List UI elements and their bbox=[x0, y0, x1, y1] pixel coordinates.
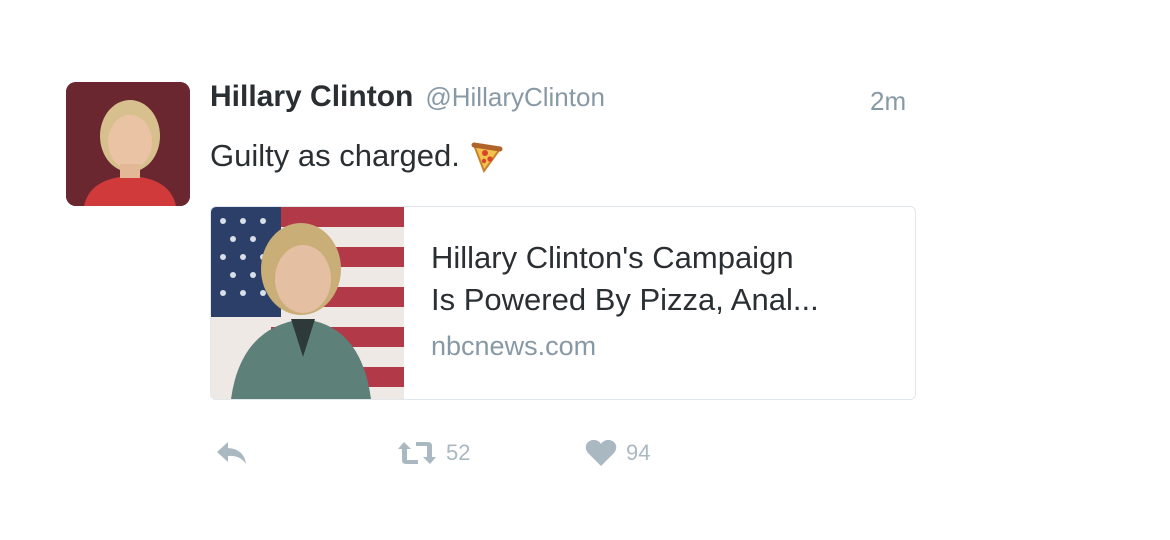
tweet-header: Hillary Clinton @HillaryClinton bbox=[210, 80, 605, 120]
pizza-icon bbox=[470, 139, 504, 174]
reply-button[interactable] bbox=[214, 438, 250, 468]
retweet-button[interactable]: 52 bbox=[396, 438, 470, 468]
avatar[interactable] bbox=[66, 82, 190, 206]
card-title[interactable]: Hillary Clinton's Campaign Is Powered By… bbox=[431, 237, 901, 321]
card-domain: nbcnews.com bbox=[431, 331, 597, 361]
like-count: 94 bbox=[626, 440, 651, 465]
retweet-count: 52 bbox=[446, 440, 471, 465]
like-button[interactable]: 94 bbox=[584, 438, 650, 468]
reply-icon bbox=[214, 438, 250, 468]
timestamp[interactable]: 2m bbox=[870, 86, 906, 117]
article-thumbnail[interactable] bbox=[211, 207, 404, 399]
heart-icon bbox=[584, 438, 618, 468]
tweet-body: Guilty as charged. bbox=[210, 138, 460, 173]
card-body: Hillary Clinton's Campaign Is Powered By… bbox=[431, 237, 901, 362]
profile-photo-icon bbox=[66, 82, 190, 206]
author-handle[interactable]: @HillaryClinton bbox=[425, 82, 605, 113]
link-card[interactable]: Hillary Clinton's Campaign Is Powered By… bbox=[210, 206, 916, 400]
retweet-icon bbox=[396, 438, 438, 468]
author-name[interactable]: Hillary Clinton bbox=[210, 80, 413, 114]
tweet[interactable]: Hillary Clinton @HillaryClinton 2m Guilt… bbox=[0, 0, 1170, 540]
tweet-text: Guilty as charged. bbox=[210, 138, 504, 174]
